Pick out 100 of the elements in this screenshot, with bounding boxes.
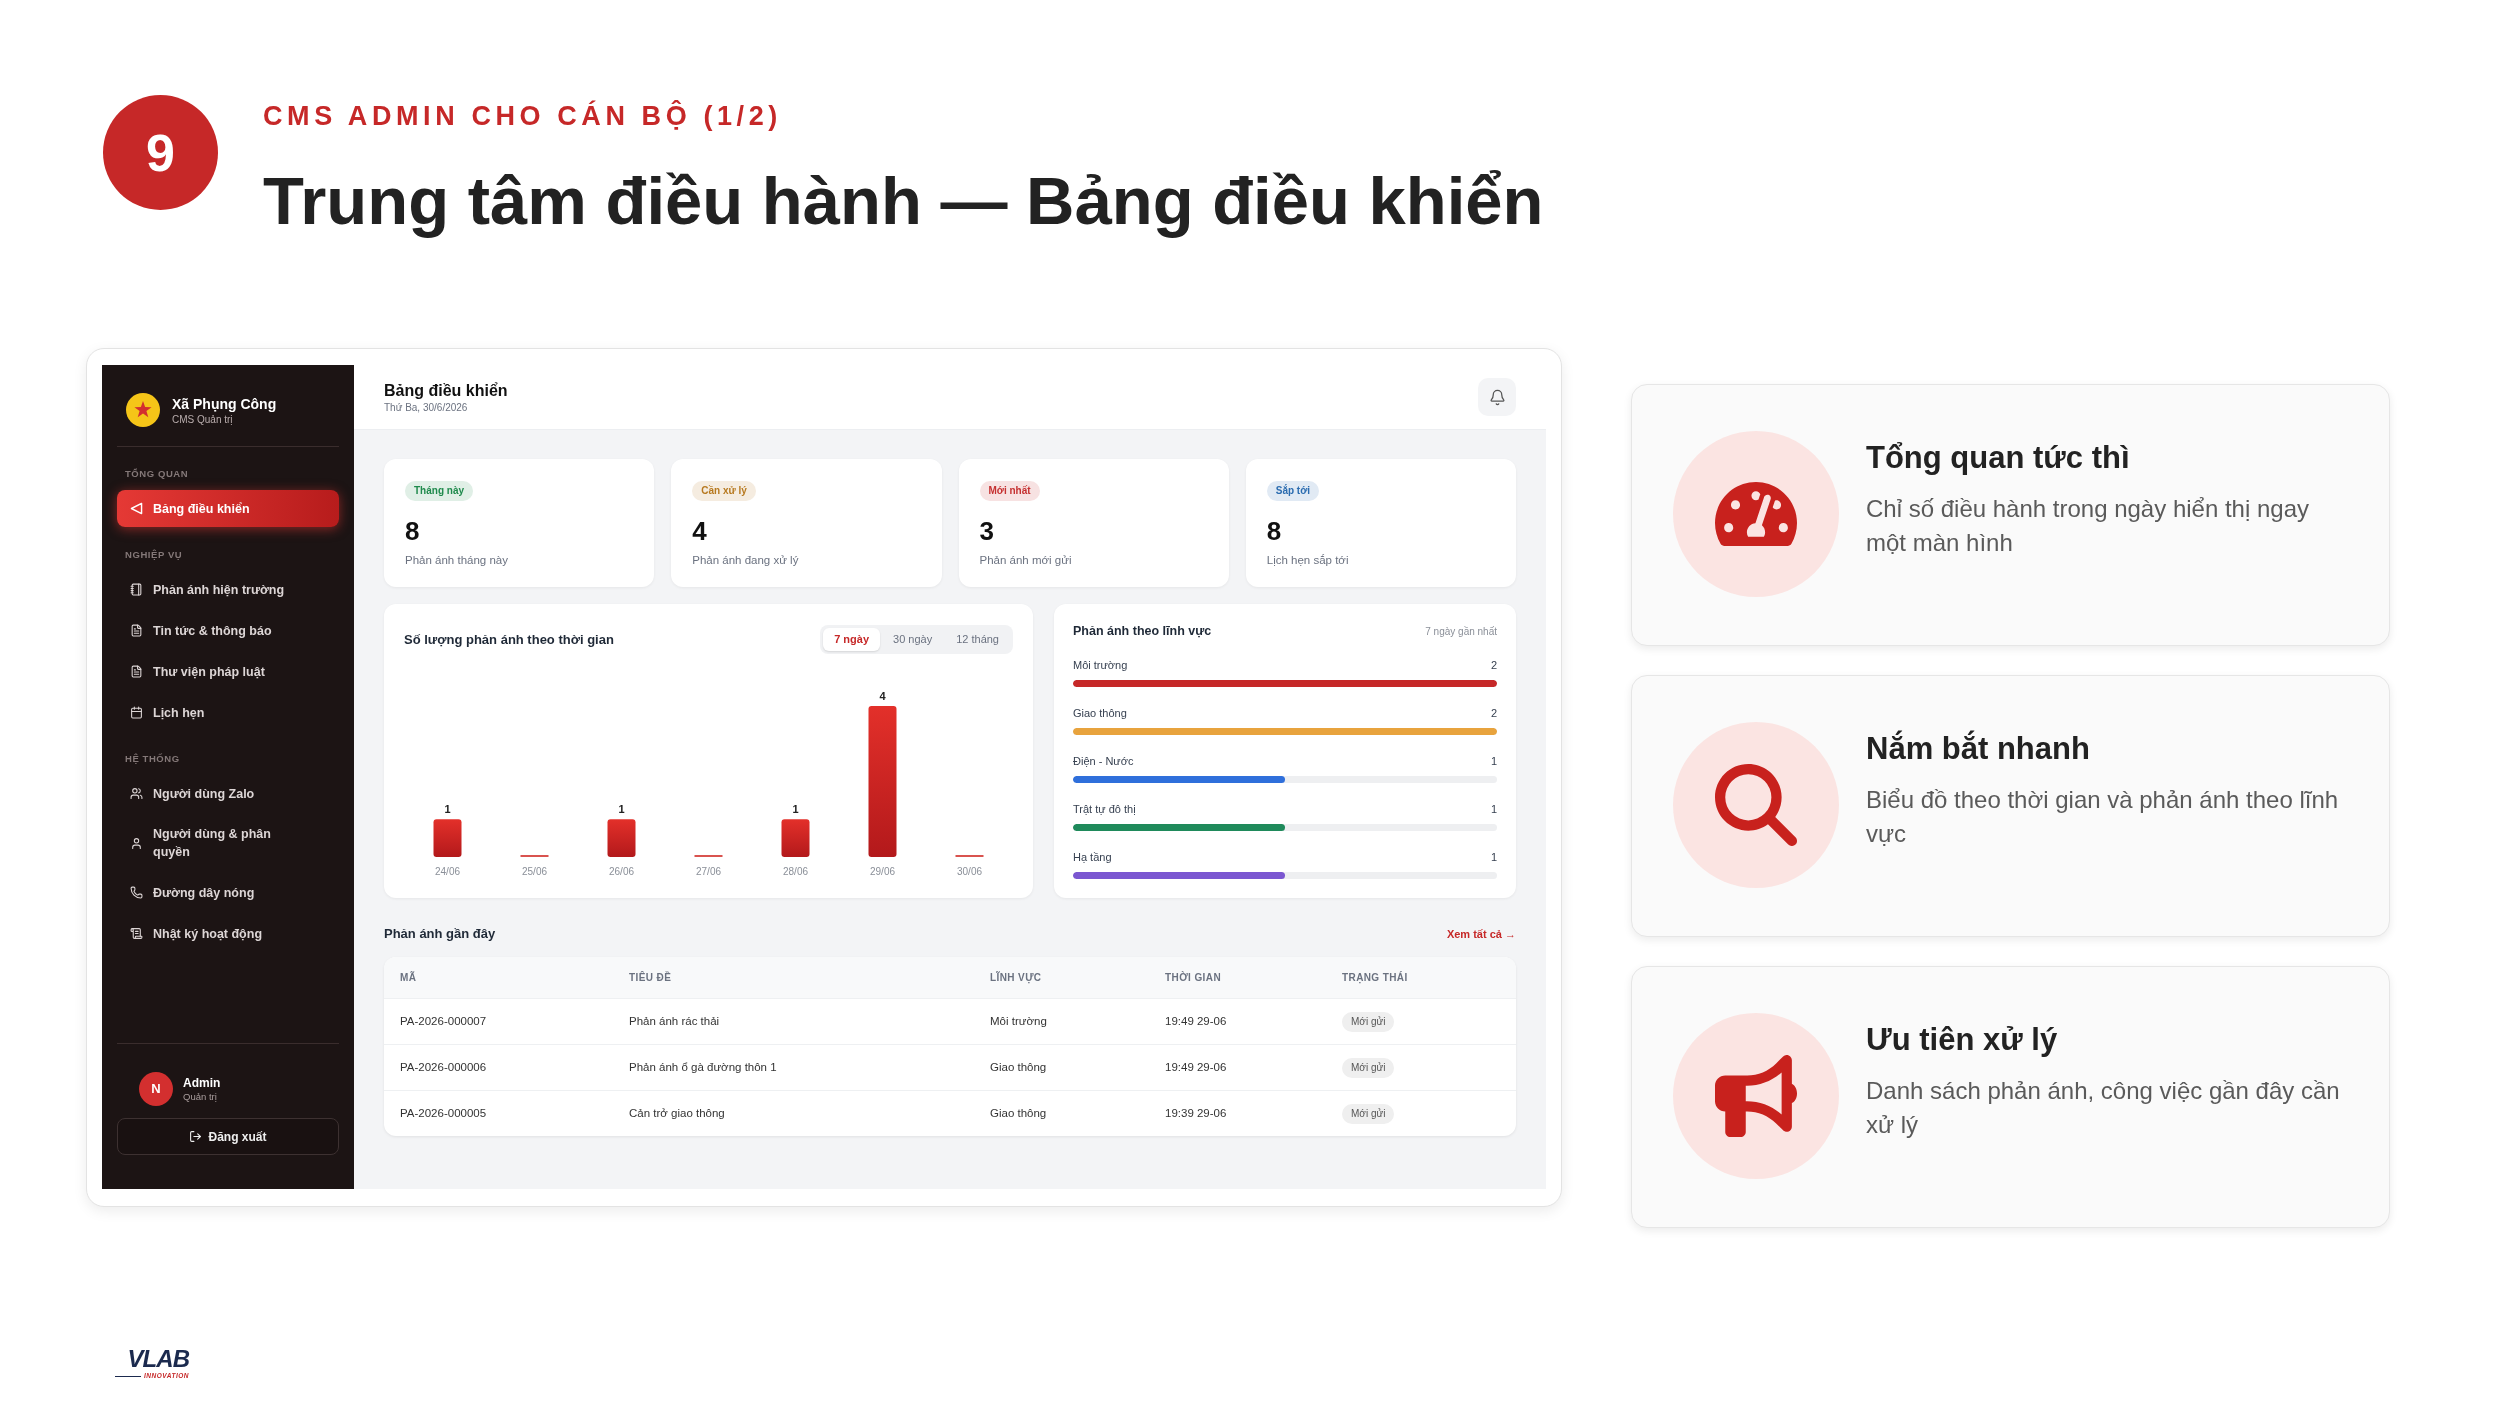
chart-bar: [433, 819, 462, 857]
status-pill: Mới gửi: [1342, 1057, 1395, 1078]
sidebar-item[interactable]: Nhật ký hoạt động: [117, 915, 339, 952]
sidebar-section-label: NGHIỆP VỤ: [124, 549, 183, 561]
table-cell-text: Giao thông: [990, 1059, 1047, 1075]
user-name: Admin: [183, 1075, 221, 1091]
stat-tag: Cần xử lý: [692, 481, 756, 501]
bar-value-label: 1: [444, 803, 451, 816]
feature-title: Tổng quan tức thì: [1866, 440, 2131, 476]
axis-label: 28/06: [783, 866, 808, 877]
document-icon: [130, 624, 143, 637]
org-name: Xã Phụng Công: [172, 394, 277, 413]
document-icon: [130, 927, 143, 940]
category-count: 1: [1490, 753, 1497, 769]
stat-tag: Sắp tới: [1266, 481, 1320, 501]
category-name: Điện - Nước: [1073, 753, 1134, 769]
table-cell-text: Phản ánh rác thải: [629, 1013, 720, 1029]
stat-label: Phản ánh đang xử lý: [692, 553, 799, 568]
range-tab[interactable]: 12 tháng: [945, 628, 1010, 651]
category-count: 2: [1490, 657, 1497, 673]
category-count: 2: [1490, 705, 1497, 721]
notification-button[interactable]: [1478, 378, 1516, 416]
slide-number: 9: [103, 95, 218, 210]
page-title: Bảng điều khiển: [384, 380, 508, 401]
section-kicker: CMS ADMIN CHO CÁN BỘ (1/2): [263, 101, 782, 131]
sidebar-section-label: HỆ THỐNG: [124, 753, 180, 765]
category-name: Trật tự đô thị: [1073, 801, 1136, 817]
logo-wordmark: VLAB: [127, 1347, 190, 1371]
sidebar-item[interactable]: Thư viện pháp luật: [117, 653, 339, 690]
sidebar-item[interactable]: Người dùng Zalo: [117, 775, 339, 812]
stat-tag: Tháng này: [405, 481, 473, 501]
sidebar-item[interactable]: Đường dây nóng: [117, 874, 339, 911]
chart-bar: [781, 819, 810, 857]
user-role: Quản trị: [183, 1090, 218, 1103]
document-icon: [130, 665, 143, 678]
sidebar-section-label: TỔNG QUAN: [124, 468, 189, 480]
chart-title: Phản ánh theo lĩnh vực: [1073, 622, 1212, 640]
category-name: Giao thông: [1073, 705, 1127, 721]
axis-label: 30/06: [957, 866, 982, 877]
category-count: 1: [1490, 801, 1497, 817]
stat-label: Lịch hẹn sắp tới: [1266, 553, 1349, 568]
sidebar-item[interactable]: Người dùng & phân quyền: [117, 816, 339, 870]
range-tab[interactable]: 30 ngày: [882, 628, 944, 651]
category-count: 1: [1490, 849, 1497, 865]
axis-label: 25/06: [522, 866, 547, 877]
phone-icon: [130, 886, 143, 899]
section-title: Phản ánh gần đây: [384, 925, 496, 944]
category-name: Môi trường: [1073, 657, 1128, 673]
chart-title: Số lượng phản ánh theo thời gian: [404, 630, 614, 649]
feature-description: Danh sách phản ánh, công việc gần đây cần xử lý: [1866, 1076, 2341, 1140]
column-header: TIÊU ĐỀ: [629, 970, 672, 985]
stat-label: Phản ánh tháng này: [405, 553, 508, 568]
sidebar-item[interactable]: Phản ánh hiện trường: [117, 571, 339, 608]
axis-label: 27/06: [696, 866, 721, 877]
sidebar-item[interactable]: Tin tức & thông báo: [117, 612, 339, 649]
table-cell-text: Cản trở giao thông: [629, 1105, 725, 1121]
axis-label: 29/06: [870, 866, 895, 877]
table-cell-text: Giao thông: [990, 1105, 1047, 1121]
feature-title: Ưu tiên xử lý: [1866, 1022, 2059, 1058]
bar-value-label: 1: [618, 803, 625, 816]
column-header: THỜI GIAN: [1165, 970, 1222, 985]
triangle-icon: [130, 502, 143, 515]
table-cell-text: PA-2026-000006: [400, 1059, 487, 1075]
user-avatar: N: [139, 1072, 173, 1106]
org-subtitle: CMS Quản trị: [172, 412, 234, 426]
stat-tag: Mới nhất: [979, 481, 1040, 501]
page-date: Thứ Ba, 30/6/2026: [384, 400, 469, 414]
chart-bar: [607, 819, 636, 857]
axis-label: 24/06: [435, 866, 460, 877]
table-cell-text: 19:39 29-06: [1165, 1105, 1227, 1121]
bar-value-label: 4: [879, 690, 886, 702]
stat-value: 8: [1266, 516, 1282, 546]
table-cell-text: PA-2026-000007: [400, 1013, 487, 1029]
column-header: LĨNH VỰC: [990, 970, 1042, 985]
table-cell-text: 19:49 29-06: [1165, 1059, 1227, 1075]
stat-value: 4: [692, 516, 707, 546]
logout-icon: [189, 1130, 203, 1143]
axis-label: 26/06: [609, 866, 634, 877]
table-cell-text: PA-2026-000005: [400, 1105, 487, 1121]
stat-value: 3: [979, 516, 994, 546]
sidebar-item[interactable]: Bảng điều khiển: [117, 490, 339, 527]
slide-title: Trung tâm điều hành — Bảng điều khiển: [263, 162, 1544, 240]
status-pill: Mới gửi: [1342, 1103, 1395, 1124]
calendar-icon: [130, 706, 143, 719]
bar-value-label: 1: [792, 803, 799, 816]
stat-value: 8: [405, 516, 420, 546]
users-icon: [130, 787, 143, 800]
table-cell-text: 19:49 29-06: [1165, 1013, 1227, 1029]
user-icon: [130, 836, 143, 850]
period-label: 7 ngày gần nhất: [1425, 624, 1497, 639]
view-all-link[interactable]: Xem tất cả →: [1446, 925, 1516, 943]
range-tab[interactable]: 7 ngày: [823, 628, 880, 651]
notebook-icon: [130, 583, 143, 596]
star-emblem-icon: [126, 393, 160, 427]
sidebar-item[interactable]: Lịch hẹn: [117, 694, 339, 731]
category-name: Hạ tầng: [1073, 849, 1112, 865]
feature-description: Biểu đồ theo thời gian và phản ánh theo lĩnh vực: [1866, 785, 2340, 849]
column-header: MÃ: [400, 970, 417, 985]
logout-button[interactable]: Đăng xuất: [117, 1118, 339, 1155]
column-header: TRẠNG THÁI: [1342, 970, 1408, 985]
